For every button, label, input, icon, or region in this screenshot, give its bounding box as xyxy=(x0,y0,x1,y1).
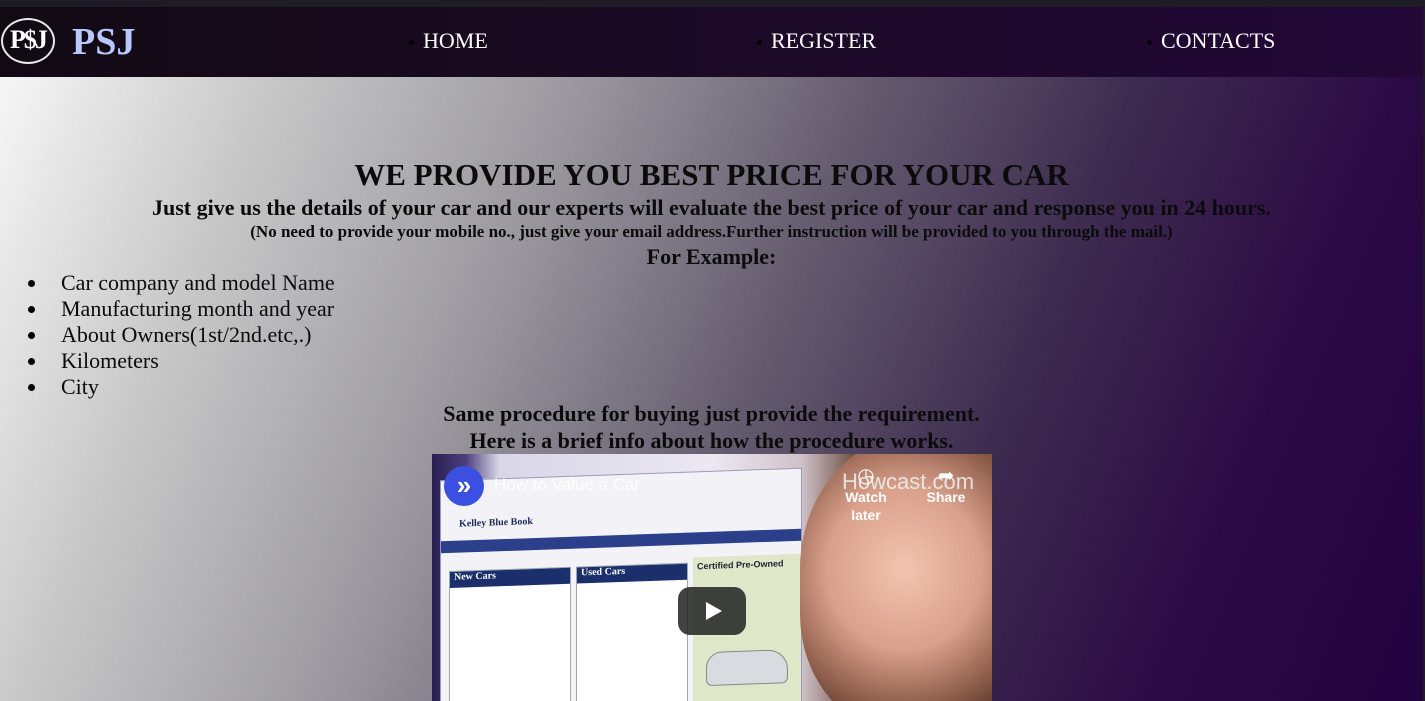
share-button[interactable]: ➦ Share xyxy=(916,464,976,506)
list-item: Car company and model Name xyxy=(28,270,335,296)
thumbnail-used-cars-panel: Used Cars xyxy=(576,562,688,701)
video-thumbnail-webpage: Kelley Blue Book New Cars Used Cars Cert… xyxy=(440,467,802,701)
thumbnail-new-cars-panel: New Cars xyxy=(449,566,571,701)
video-embed[interactable]: Kelley Blue Book New Cars Used Cars Cert… xyxy=(432,454,992,701)
page-subline: Just give us the details of your car and… xyxy=(152,195,1271,220)
list-item: About Owners(1st/2nd.etc,.) xyxy=(28,322,335,348)
share-arrow-icon: ➦ xyxy=(937,465,955,487)
bullet-icon xyxy=(1147,40,1152,46)
procedure-line-1: Same procedure for buying just provide t… xyxy=(443,401,980,426)
nav-register-label: REGISTER xyxy=(771,28,877,53)
main-content: WE PROVIDE YOU BEST PRICE FOR YOUR CAR J… xyxy=(0,77,1423,701)
nav-register-link[interactable]: REGISTER xyxy=(757,27,876,55)
list-item: Manufacturing month and year xyxy=(28,296,335,322)
page-note: (No need to provide your mobile no., jus… xyxy=(250,222,1173,241)
page-headline: WE PROVIDE YOU BEST PRICE FOR YOUR CAR xyxy=(354,157,1069,192)
thumbnail-used-cars-header: Used Cars xyxy=(577,563,687,584)
procedure-line-2: Here is a brief info about how the proce… xyxy=(469,428,954,453)
nav-contacts-label: CONTACTS xyxy=(1161,28,1276,53)
nav-home-label: HOME xyxy=(423,28,488,53)
clock-icon: ◷ xyxy=(857,465,875,487)
brand-name[interactable]: PSJ xyxy=(72,21,135,63)
thumbnail-site-title: Kelley Blue Book xyxy=(459,516,533,530)
video-title[interactable]: How to Value a Car xyxy=(494,475,640,495)
example-heading: For Example: xyxy=(646,244,777,269)
share-label: Share xyxy=(926,489,966,505)
bullet-icon xyxy=(757,40,762,46)
thumbnail-car-image xyxy=(706,649,788,687)
example-list: Car company and model Name Manufacturing… xyxy=(28,270,335,400)
howcast-channel-icon[interactable]: » xyxy=(444,466,484,506)
thumbnail-cpo-header: Certified Pre-Owned xyxy=(697,558,784,572)
nav-contacts-link[interactable]: CONTACTS xyxy=(1147,27,1275,55)
thumbnail-nav-bar xyxy=(441,528,801,554)
thumbnail-new-cars-header: New Cars xyxy=(450,567,570,588)
watch-later-button[interactable]: ◷ Watch later xyxy=(830,464,902,524)
navbar: P$J PSJ HOME REGISTER CONTACTS xyxy=(0,7,1423,77)
list-item: City xyxy=(28,374,335,400)
list-item: Kilometers xyxy=(28,348,335,374)
nav-home-link[interactable]: HOME xyxy=(409,27,488,55)
play-button[interactable] xyxy=(678,587,746,635)
bullet-icon xyxy=(409,40,414,46)
window-top-strip xyxy=(0,0,1425,7)
watch-later-label: Watch later xyxy=(845,489,887,523)
logo-icon[interactable]: P$J xyxy=(1,18,55,64)
